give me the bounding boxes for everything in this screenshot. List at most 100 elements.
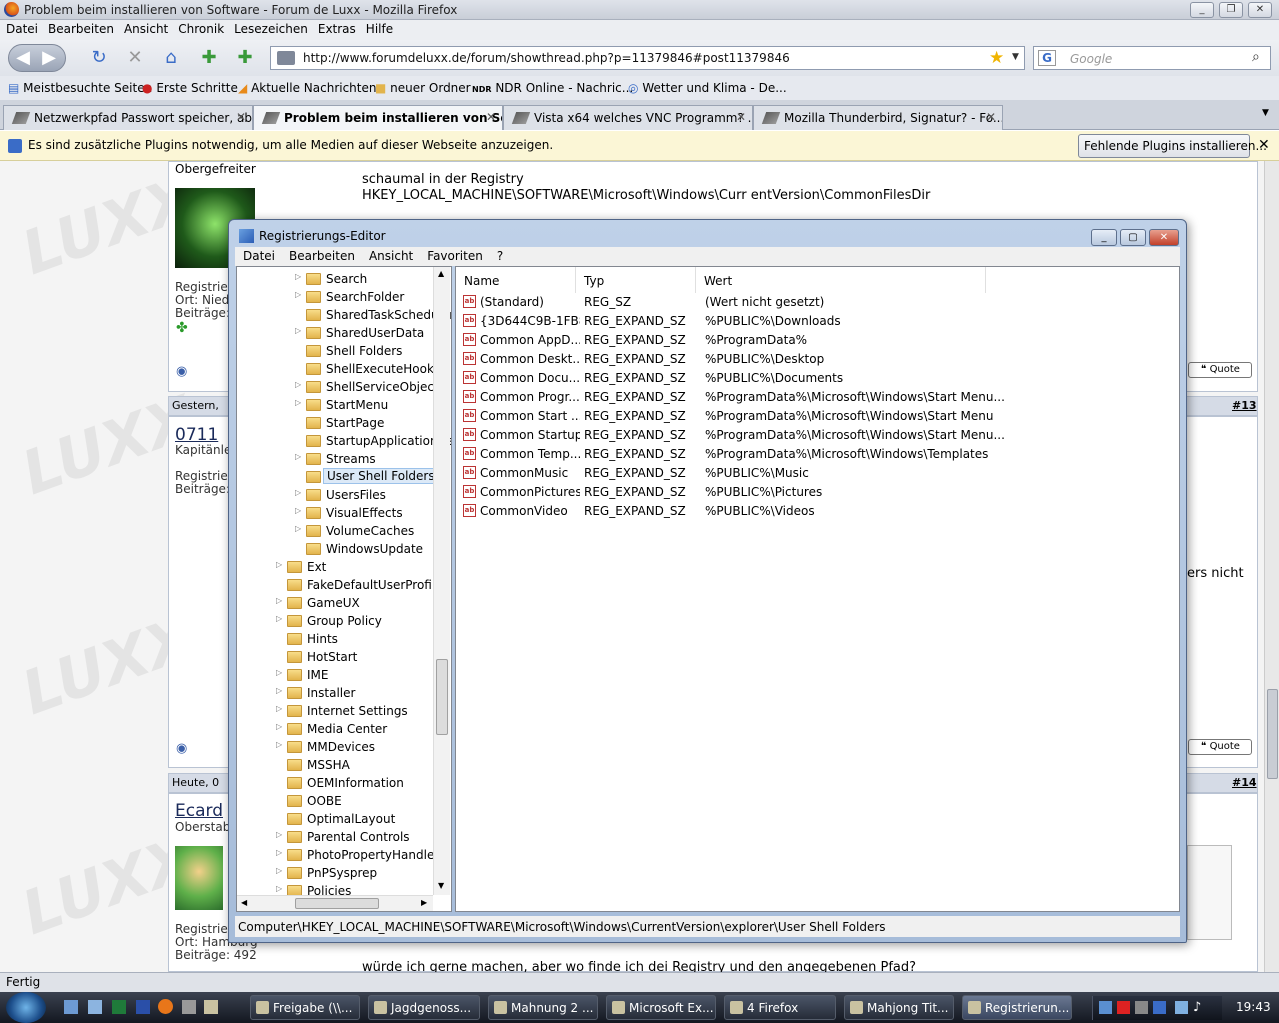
menu-extras[interactable]: Extras: [312, 20, 360, 36]
scroll-left-icon[interactable]: ◀: [241, 898, 247, 907]
tab-netzwerkpfad[interactable]: Netzwerkpfad Passwort speicher, ab... ✕: [3, 105, 253, 130]
tree-node[interactable]: Hints: [276, 630, 451, 648]
tree-vertical-scrollbar[interactable]: ▲ ▼: [433, 267, 450, 895]
bookmark-meistbesuchte[interactable]: ▤ Meistbesuchte Seiten: [8, 81, 152, 95]
value-row[interactable]: ab Common Startup REG_EXPAND_SZ %ProgramDat…: [460, 426, 1175, 445]
minimize-button[interactable]: _: [1190, 2, 1214, 18]
expand-arrow-icon[interactable]: ▷: [276, 848, 282, 857]
tree-node[interactable]: ▷ Streams: [295, 450, 451, 468]
expand-arrow-icon[interactable]: ▷: [295, 326, 301, 335]
page-scroll-thumb[interactable]: [1267, 689, 1278, 779]
expand-arrow-icon[interactable]: ▷: [276, 686, 282, 695]
tree-node[interactable]: SharedTaskScheduler: [295, 306, 451, 324]
value-row[interactable]: ab (Standard) REG_SZ (Wert nicht gesetzt): [460, 293, 1175, 312]
value-row[interactable]: ab Common Deskt... REG_EXPAND_SZ %PUBLIC%\D…: [460, 350, 1175, 369]
tab-close-icon[interactable]: ✕: [236, 110, 246, 124]
taskbar-button[interactable]: Freigabe (\\...: [250, 995, 360, 1020]
bookmark-wetter[interactable]: ◎ Wetter und Klima - De...: [628, 81, 787, 95]
scroll-right-icon[interactable]: ▶: [421, 898, 427, 907]
search-bar[interactable]: G Google ⌕: [1033, 46, 1271, 70]
expand-arrow-icon[interactable]: ▷: [276, 830, 282, 839]
expand-arrow-icon[interactable]: ▷: [276, 560, 282, 569]
quicklaunch-icon[interactable]: [182, 1000, 196, 1014]
expand-arrow-icon[interactable]: ▷: [276, 704, 282, 713]
home-icon[interactable]: ⌂: [160, 47, 182, 69]
star-bookmark-icon[interactable]: ★: [989, 48, 1004, 68]
tree-node[interactable]: FakeDefaultUserProfile: [276, 576, 451, 594]
tree-node[interactable]: ▷ Media Center: [276, 720, 451, 738]
tree-node[interactable]: ▷ Search: [295, 270, 451, 288]
reload-icon[interactable]: ↻: [88, 47, 110, 69]
bookmark-erste-schritte[interactable]: ● Erste Schritte: [142, 81, 238, 95]
scroll-down-icon[interactable]: ▼: [438, 881, 444, 890]
tree-scroll-thumb[interactable]: [436, 659, 448, 735]
regedit-close-button[interactable]: ✕: [1149, 229, 1179, 246]
expand-arrow-icon[interactable]: ▷: [276, 614, 282, 623]
tree-node[interactable]: OEMInformation: [276, 774, 451, 792]
tray-icon[interactable]: [1135, 1001, 1148, 1014]
forward-arrow-icon[interactable]: ▶: [38, 47, 60, 69]
expand-arrow-icon[interactable]: ▷: [276, 668, 282, 677]
column-header-name[interactable]: Name: [456, 267, 576, 293]
taskbar-button[interactable]: Jagdgenoss...: [368, 995, 480, 1020]
menu-bearbeiten[interactable]: Bearbeiten: [42, 20, 118, 36]
search-go-icon[interactable]: ⌕: [1252, 49, 1260, 65]
word-quicklaunch-icon[interactable]: [136, 1000, 150, 1014]
address-text[interactable]: http://www.forumdeluxx.de/forum/showthre…: [303, 51, 790, 65]
reg-menu-favoriten[interactable]: Favoriten: [419, 247, 489, 263]
bookmark-aktuelle-nachrichten[interactable]: ◢ Aktuelle Nachrichten: [238, 81, 376, 95]
column-header-data[interactable]: Wert: [696, 267, 986, 293]
tree-node[interactable]: MSSHA: [276, 756, 451, 774]
tree-node[interactable]: WindowsUpdate: [295, 540, 451, 558]
expand-arrow-icon[interactable]: ▷: [276, 722, 282, 731]
expand-arrow-icon[interactable]: ▷: [276, 596, 282, 605]
taskbar-button[interactable]: 4 Firefox: [724, 995, 836, 1020]
quote-button[interactable]: ❝ Quote: [1188, 739, 1252, 755]
tree-node[interactable]: ▷ PhotoPropertyHandler: [276, 846, 451, 864]
tree-node[interactable]: ▷ StartMenu: [295, 396, 451, 414]
tab-close-icon[interactable]: ✕: [736, 110, 746, 124]
google-engine-icon[interactable]: G: [1038, 50, 1056, 66]
expand-arrow-icon[interactable]: ▷: [295, 398, 301, 407]
tree-node[interactable]: ▷ Ext: [276, 558, 451, 576]
tray-media-icon[interactable]: [1153, 1001, 1166, 1014]
address-bar[interactable]: http://www.forumdeluxx.de/forum/showthre…: [270, 46, 1025, 70]
reg-menu-datei[interactable]: Datei: [235, 247, 281, 263]
tree-horizontal-scrollbar[interactable]: ◀ ▶: [237, 895, 433, 911]
tree-node[interactable]: Shell Folders: [295, 342, 451, 360]
username-link[interactable]: 0711: [175, 425, 218, 445]
value-row[interactable]: ab Common Start ... REG_EXPAND_SZ %ProgramD…: [460, 407, 1175, 426]
expand-arrow-icon[interactable]: ▷: [295, 488, 301, 497]
show-desktop-icon[interactable]: [64, 1000, 78, 1014]
close-button[interactable]: ✕: [1248, 2, 1272, 18]
value-row[interactable]: ab CommonPictures REG_EXPAND_SZ %PUBLIC%\Pi…: [460, 483, 1175, 502]
install-plugins-button[interactable]: Fehlende Plugins installieren...: [1078, 134, 1267, 158]
tree-node[interactable]: ▷ Internet Settings: [276, 702, 451, 720]
firefox-quicklaunch-icon[interactable]: [158, 999, 173, 1014]
taskbar-button[interactable]: Microsoft Ex...: [606, 995, 716, 1020]
bookmark-neuer-ordner[interactable]: ■ neuer Ordner: [375, 81, 471, 95]
tray-monitor-icon[interactable]: [1175, 1001, 1188, 1014]
registry-tree[interactable]: ▷ Search ▷ SearchFolder SharedTaskScheduler ▷…: [236, 266, 452, 912]
quote-button[interactable]: ❝ Quote: [1188, 362, 1252, 378]
stop-icon[interactable]: ✕: [124, 47, 146, 69]
tree-node[interactable]: ShellExecuteHooks: [295, 360, 451, 378]
expand-arrow-icon[interactable]: ▷: [295, 524, 301, 533]
reg-menu-ansicht[interactable]: Ansicht: [361, 247, 419, 263]
tree-node[interactable]: ▷ Parental Controls: [276, 828, 451, 846]
tree-node[interactable]: ▷ GameUX: [276, 594, 451, 612]
tab-vista-vnc[interactable]: Vista x64 welches VNC Programm? ... ✕: [503, 105, 753, 130]
value-row[interactable]: ab CommonVideo REG_EXPAND_SZ %PUBLIC%\Video…: [460, 502, 1175, 521]
reg-menu-help[interactable]: ?: [489, 247, 509, 263]
site-identity-icon[interactable]: [277, 51, 295, 65]
tray-acrobat-icon[interactable]: [1117, 1001, 1130, 1014]
tree-node[interactable]: ▷ SearchFolder: [295, 288, 451, 306]
switch-windows-icon[interactable]: [88, 1000, 102, 1014]
column-header-type[interactable]: Typ: [576, 267, 696, 293]
expand-arrow-icon[interactable]: ▷: [276, 866, 282, 875]
regedit-maximize-button[interactable]: ▢: [1120, 229, 1146, 246]
post-number[interactable]: #14: [1232, 776, 1257, 789]
tree-node[interactable]: OptimalLayout: [276, 810, 451, 828]
tray-network-icon[interactable]: [1099, 1001, 1112, 1014]
tray-volume-icon[interactable]: ♪: [1193, 1000, 1201, 1015]
